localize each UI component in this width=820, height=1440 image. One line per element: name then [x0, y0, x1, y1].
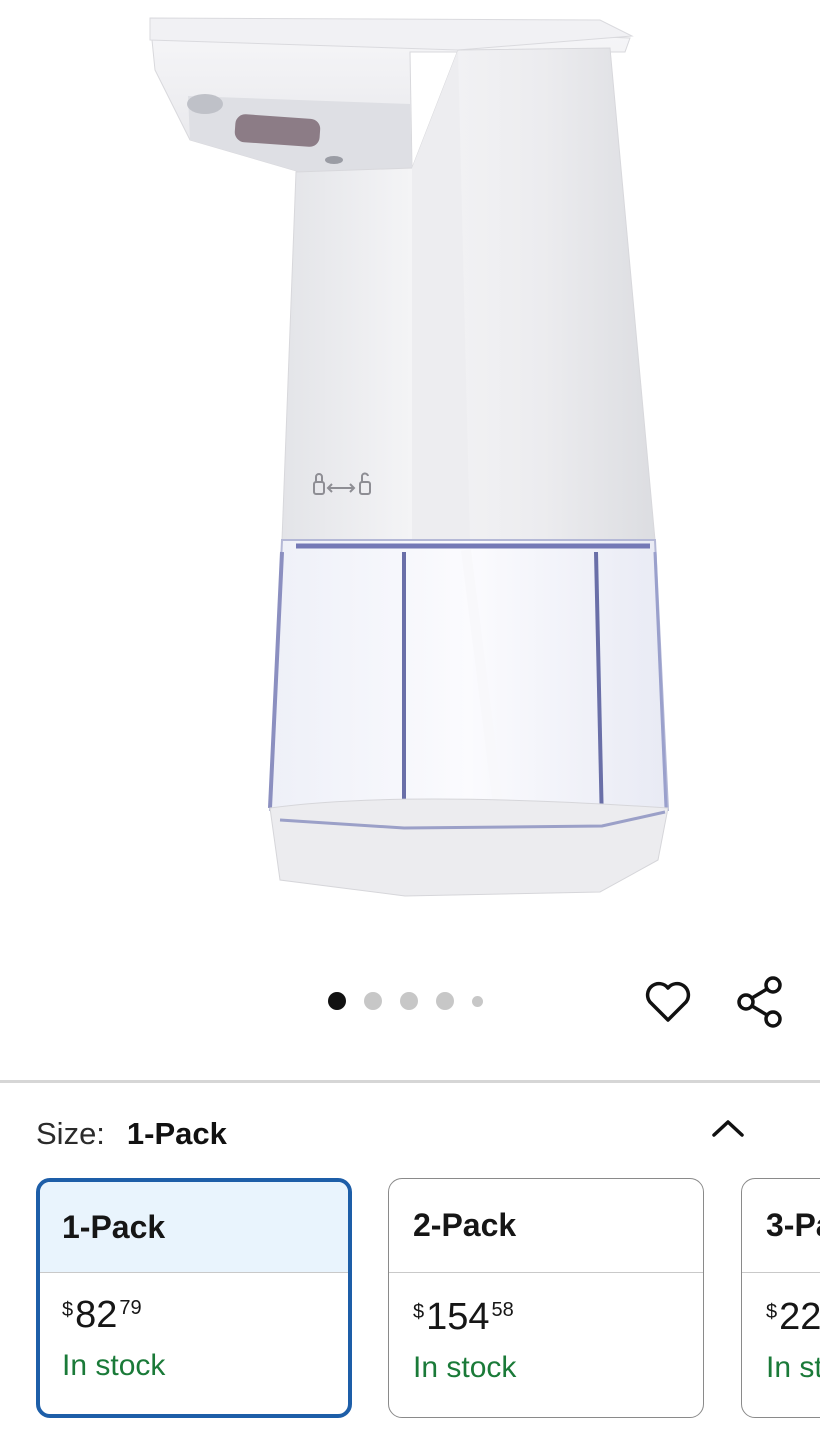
- price-cents: 79: [119, 1297, 142, 1319]
- option-name: 3-Pack: [742, 1179, 820, 1273]
- share-icon: [737, 976, 782, 1028]
- pagination-dot-4[interactable]: [436, 992, 454, 1010]
- stock-status: In stock: [62, 1349, 166, 1382]
- price-whole: 22: [779, 1296, 820, 1338]
- option-name: 1-Pack: [40, 1182, 348, 1273]
- share-button[interactable]: [734, 976, 786, 1028]
- size-option-3-pack[interactable]: 3-Pack $ 22 In stock: [741, 1178, 820, 1418]
- favorite-button[interactable]: [642, 976, 694, 1028]
- option-price: $ 154 58: [413, 1295, 703, 1343]
- size-option-2-pack[interactable]: 2-Pack $ 154 58 In stock: [388, 1178, 704, 1418]
- chevron-up-icon: [712, 1120, 744, 1137]
- heart-icon: [645, 981, 691, 1022]
- option-name: 2-Pack: [389, 1179, 703, 1273]
- pagination-dot-1[interactable]: [328, 992, 346, 1010]
- pagination-dots: [328, 992, 501, 1010]
- price-currency: $: [766, 1301, 778, 1323]
- price-cents: 58: [491, 1299, 514, 1321]
- pagination-dot-2[interactable]: [364, 992, 382, 1010]
- option-price: $ 22: [766, 1295, 820, 1343]
- option-price: $ 82 79: [62, 1293, 348, 1341]
- price-currency: $: [62, 1299, 74, 1321]
- price-whole: 154: [426, 1296, 490, 1338]
- option-body: $ 154 58 In stock: [389, 1273, 703, 1385]
- collapse-size-button[interactable]: [700, 1104, 756, 1152]
- price-whole: 82: [75, 1294, 118, 1336]
- stock-status: In stock: [766, 1351, 820, 1384]
- size-selected-value: 1-Pack: [126, 1116, 227, 1151]
- pagination-dot-5[interactable]: [472, 995, 483, 1007]
- size-label: Size:: [36, 1116, 105, 1151]
- section-divider: [0, 1080, 820, 1083]
- gallery-controls: [0, 970, 820, 1034]
- option-body: $ 22 In stock: [742, 1273, 820, 1385]
- price-currency: $: [413, 1301, 425, 1323]
- pagination-dot-3[interactable]: [400, 992, 418, 1010]
- size-header: Size: 1-Pack: [36, 1112, 796, 1156]
- option-body: $ 82 79 In stock: [40, 1273, 348, 1383]
- stock-status: In stock: [413, 1351, 517, 1384]
- size-option-1-pack[interactable]: 1-Pack $ 82 79 In stock: [36, 1178, 352, 1418]
- size-options: 1-Pack $ 82 79 In stock 2-Pack $ 154 58 …: [36, 1178, 820, 1418]
- product-image[interactable]: [0, 0, 820, 960]
